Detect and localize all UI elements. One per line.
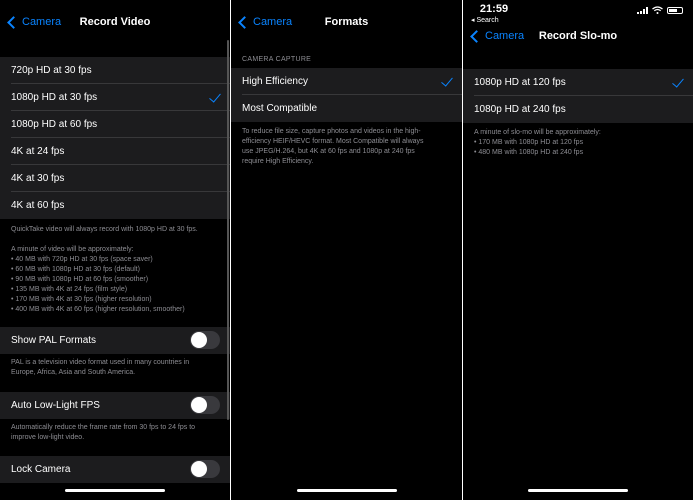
row-label: Lock Camera xyxy=(11,464,71,475)
home-indicator[interactable] xyxy=(65,489,165,492)
checkmark-icon xyxy=(209,90,221,103)
battery-icon xyxy=(667,6,683,14)
option-label: High Efficiency xyxy=(242,76,308,87)
home-indicator[interactable] xyxy=(528,489,628,492)
row-label: Auto Low-Light FPS xyxy=(11,400,100,411)
wifi-icon xyxy=(652,6,663,14)
option-label: 720p HD at 30 fps xyxy=(11,65,92,76)
page-title: Formats xyxy=(324,16,369,28)
lock-camera-row: Lock Camera xyxy=(0,456,230,483)
back-to-search-link[interactable]: ◂ Search xyxy=(471,16,499,24)
option-label: 4K at 30 fps xyxy=(11,173,65,184)
page-title: Record Slo-mo xyxy=(538,30,618,42)
slomo-option[interactable]: 1080p HD at 120 fps xyxy=(463,69,693,96)
home-indicator[interactable] xyxy=(296,489,397,492)
option-label: 4K at 24 fps xyxy=(11,146,65,157)
resolution-option[interactable]: 720p HD at 30 fps xyxy=(0,57,230,84)
resolution-option[interactable]: 1080p HD at 60 fps xyxy=(0,111,230,138)
page-title: Record Video xyxy=(79,16,151,28)
formats-note: To reduce file size, capture photos and … xyxy=(242,128,424,165)
nav-bar: Camera Formats xyxy=(231,12,462,36)
format-option[interactable]: Most Compatible xyxy=(231,95,462,122)
formats-screen: Camera Formats CAMERA CAPTURE High Effic… xyxy=(231,0,462,500)
toggle-knob xyxy=(191,461,207,477)
checkmark-icon xyxy=(441,74,453,87)
cellular-signal-icon xyxy=(637,6,648,14)
slomo-note: A minute of slo-mo will be approximately… xyxy=(474,129,601,156)
status-icons xyxy=(637,6,683,14)
show-pal-formats-toggle[interactable] xyxy=(190,331,220,349)
record-video-screen: Camera Record Video 720p HD at 30 fps 10… xyxy=(0,0,230,500)
status-bar: 21:59 ◂ Search xyxy=(463,0,693,26)
option-label: 1080p HD at 240 fps xyxy=(474,104,566,115)
resolution-option[interactable]: 4K at 60 fps xyxy=(0,192,230,219)
slomo-option[interactable]: 1080p HD at 240 fps xyxy=(463,96,693,123)
status-time: 21:59 xyxy=(479,3,509,15)
auto-low-light-row: Auto Low-Light FPS xyxy=(0,392,230,419)
lock-camera-toggle[interactable] xyxy=(190,460,220,478)
pal-note: PAL is a television video format used in… xyxy=(11,359,190,376)
nav-bar: Camera Record Slo-mo xyxy=(463,26,693,50)
resolution-option[interactable]: 4K at 24 fps xyxy=(0,138,230,165)
resolution-option[interactable]: 4K at 30 fps xyxy=(0,165,230,192)
toggle-knob xyxy=(191,397,207,413)
option-label: 1080p HD at 30 fps xyxy=(11,92,98,103)
toggle-knob xyxy=(191,332,207,348)
nav-bar: Camera Record Video xyxy=(0,12,230,36)
option-label: 1080p HD at 60 fps xyxy=(11,119,98,130)
row-label: Show PAL Formats xyxy=(11,335,97,346)
option-label: 4K at 60 fps xyxy=(11,200,65,211)
scrollbar[interactable] xyxy=(227,40,229,420)
quicktake-note: QuickTake video will always record with … xyxy=(11,226,198,233)
auto-low-light-toggle[interactable] xyxy=(190,396,220,414)
show-pal-formats-row: Show PAL Formats xyxy=(0,327,230,354)
checkmark-icon xyxy=(672,75,684,88)
low-light-note: Automatically reduce the frame rate from… xyxy=(11,424,196,441)
option-label: 1080p HD at 120 fps xyxy=(474,77,566,88)
section-header: CAMERA CAPTURE xyxy=(242,56,312,63)
file-size-note: A minute of video will be approximately:… xyxy=(11,246,185,313)
format-option[interactable]: High Efficiency xyxy=(231,68,462,95)
option-label: Most Compatible xyxy=(242,103,318,114)
record-slomo-screen: 21:59 ◂ Search Camera Record Slo-mo 1080… xyxy=(463,0,693,500)
resolution-option[interactable]: 1080p HD at 30 fps xyxy=(0,84,230,111)
